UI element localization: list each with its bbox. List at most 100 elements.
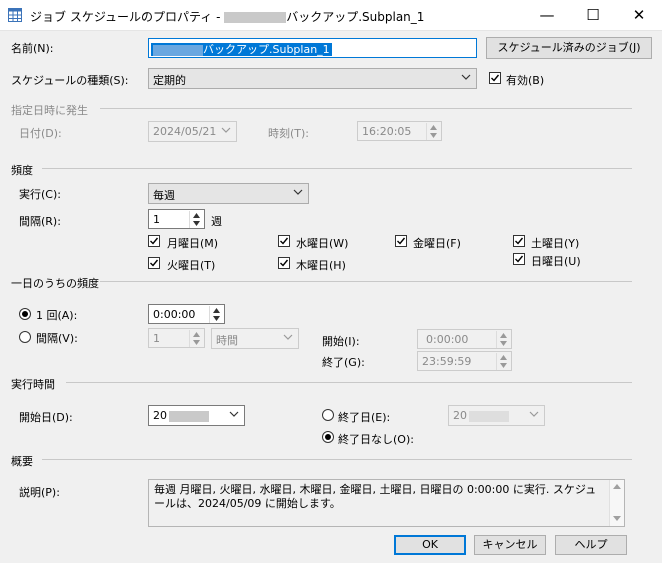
spin-down-icon [500, 341, 507, 346]
one-time-time-input[interactable]: 16:20:05 [357, 121, 442, 141]
enabled-label: 有効(B) [506, 74, 545, 87]
end-date-label: 終了日(E): [338, 411, 391, 424]
section-divider [42, 459, 632, 460]
minimize-button[interactable]: — [524, 0, 570, 30]
friday-checkbox[interactable] [395, 235, 407, 247]
section-divider [100, 281, 632, 282]
starting-at-value: 0:00:00 [426, 333, 469, 346]
spin-buttons[interactable] [189, 330, 203, 347]
scroll-down-icon[interactable] [613, 516, 621, 521]
one-time-date-picker[interactable]: 2024/05/21 [148, 121, 237, 142]
description-scrollbar[interactable] [609, 480, 624, 526]
chevron-down-icon [529, 411, 539, 417]
close-button[interactable]: ✕ [616, 0, 662, 30]
occurs-once-time-input[interactable]: 0:00:00 [148, 304, 225, 324]
occurs-once-time-value: 0:00:00 [153, 308, 196, 321]
end-date-value: 20 [453, 409, 467, 422]
no-end-date-label: 終了日なし(O): [338, 433, 414, 446]
one-time-header: 指定日時に発生 [11, 104, 88, 117]
ok-button[interactable]: OK [394, 535, 466, 555]
maximize-button[interactable]: ☐ [570, 0, 616, 30]
spin-buttons[interactable] [496, 331, 510, 348]
chevron-down-icon [229, 411, 239, 417]
name-value: バックアップ.Subplan_1 [203, 43, 330, 56]
section-divider [42, 168, 632, 169]
chevron-down-icon [283, 334, 293, 340]
spin-down-icon [213, 316, 220, 321]
schedule-type-value: 定期的 [153, 74, 186, 87]
window-title: ジョブ スケジュールのプロパティ - バックアップ.Subplan_1 [30, 8, 424, 25]
schedule-type-label: スケジュールの種類(S): [11, 74, 129, 87]
occurs-every-label: 間隔(V): [36, 332, 78, 345]
tuesday-label: 火曜日(T) [167, 259, 216, 272]
cancel-button[interactable]: キャンセル [474, 535, 546, 555]
summary-header: 概要 [11, 455, 33, 468]
redacted-date [469, 410, 509, 422]
occurs-once-radio[interactable] [19, 308, 31, 320]
checkmark-icon [515, 237, 524, 245]
thursday-label: 木曜日(H) [296, 259, 346, 272]
chevron-down-icon [221, 127, 231, 133]
help-button[interactable]: ヘルプ [555, 535, 627, 555]
thursday-checkbox[interactable] [278, 257, 290, 269]
window-title-prefix: ジョブ スケジュールのプロパティ - [30, 10, 225, 24]
checkmark-icon [515, 255, 524, 263]
occurs-once-label: 1 回(A): [36, 309, 78, 322]
occurs-every-input[interactable]: 1 [148, 328, 205, 348]
monday-label: 月曜日(M) [167, 237, 219, 250]
section-divider [100, 108, 632, 109]
enabled-checkbox[interactable] [489, 72, 501, 84]
end-date-picker[interactable]: 20 [448, 405, 545, 426]
name-label: 名前(N): [11, 42, 54, 55]
spin-buttons[interactable] [189, 211, 203, 228]
occurs-select[interactable]: 毎週 [148, 183, 309, 204]
spin-down-icon [500, 363, 507, 368]
wednesday-label: 水曜日(W) [296, 237, 349, 250]
one-time-date-label: 日付(D): [19, 127, 62, 140]
spin-buttons[interactable] [496, 353, 510, 370]
spin-buttons[interactable] [426, 123, 440, 140]
spin-buttons[interactable] [209, 306, 223, 323]
end-date-radio[interactable] [322, 409, 334, 421]
description-content: 毎週 月曜日, 火曜日, 水曜日, 木曜日, 金曜日, 土曜日, 日曜日の 0:… [154, 483, 597, 510]
scheduled-jobs-button[interactable]: スケジュール済みのジョブ(J) [486, 37, 652, 59]
schedule-type-select[interactable]: 定期的 [148, 68, 477, 89]
starting-at-input[interactable]: 0:00:00 [417, 329, 512, 349]
one-time-time-label: 時刻(T): [268, 127, 310, 140]
ending-at-input[interactable]: 23:59:59 [417, 351, 512, 371]
app-table-icon [8, 8, 22, 22]
spin-up-icon [430, 125, 437, 130]
no-end-date-radio[interactable] [322, 431, 334, 443]
start-date-label: 開始日(D): [19, 411, 73, 424]
spin-up-icon [500, 355, 507, 360]
saturday-checkbox[interactable] [513, 235, 525, 247]
scroll-up-icon[interactable] [613, 484, 621, 489]
start-date-value: 20 [153, 409, 167, 422]
wednesday-checkbox[interactable] [278, 235, 290, 247]
recurs-input[interactable]: 1 [148, 209, 205, 229]
chevron-down-icon [293, 189, 303, 195]
frequency-header: 頻度 [11, 164, 33, 177]
start-date-picker[interactable]: 20 [148, 405, 245, 426]
chevron-down-icon [461, 74, 471, 80]
occurs-every-radio[interactable] [19, 331, 31, 343]
sunday-checkbox[interactable] [513, 253, 525, 265]
spin-up-icon [500, 333, 507, 338]
spin-up-icon [213, 308, 220, 313]
recurs-value: 1 [153, 213, 160, 226]
name-input[interactable]: バックアップ.Subplan_1 [148, 38, 477, 58]
ending-at-label: 終了(G): [322, 356, 365, 369]
checkmark-icon [280, 259, 289, 267]
spin-down-icon [193, 221, 200, 226]
one-time-date-value: 2024/05/21 [153, 125, 217, 138]
tuesday-checkbox[interactable] [148, 257, 160, 269]
monday-checkbox[interactable] [148, 235, 160, 247]
close-icon: ✕ [632, 6, 646, 24]
checkmark-icon [150, 259, 159, 267]
description-text[interactable]: 毎週 月曜日, 火曜日, 水曜日, 木曜日, 金曜日, 土曜日, 日曜日の 0:… [148, 479, 625, 527]
redacted-name [153, 44, 203, 56]
spin-down-icon [430, 133, 437, 138]
redacted-name [224, 12, 287, 23]
occurs-every-unit-select[interactable]: 時間 [211, 328, 299, 349]
recurs-label: 間隔(R): [19, 215, 61, 228]
